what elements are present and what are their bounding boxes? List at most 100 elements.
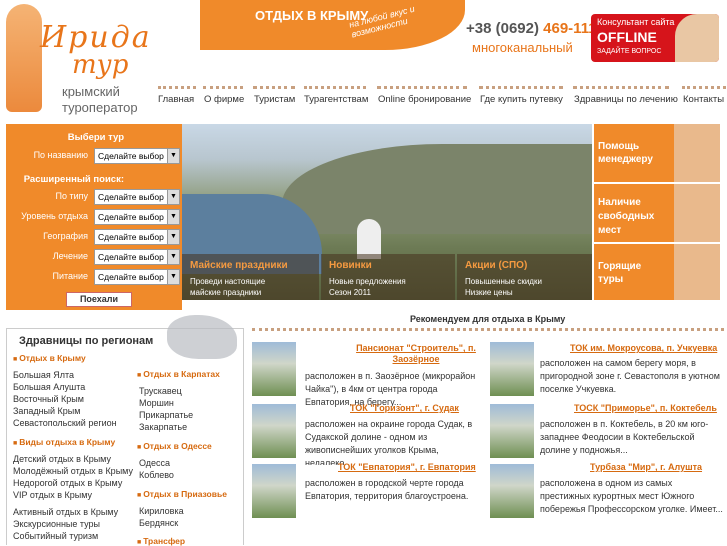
nav-tourists[interactable]: Туристам xyxy=(254,94,295,105)
logo[interactable]: Ирида тур крымский туроператор xyxy=(0,0,160,118)
nav-about[interactable]: О фирме xyxy=(204,94,244,105)
hotel-photo[interactable] xyxy=(490,342,534,396)
ukraine-map-icon xyxy=(167,315,237,359)
nav-divider xyxy=(573,86,669,90)
form-row: Лечение Сделайте выбор ▼ xyxy=(6,249,182,265)
region-link[interactable]: Недорогой отдых в Крыму xyxy=(13,478,122,488)
form-label-level: Уровень отдыха xyxy=(21,211,88,221)
hero-church xyxy=(357,219,381,259)
dropdown-arrow-icon: ▼ xyxy=(167,210,179,224)
nav-contacts[interactable]: Контакты xyxy=(683,94,724,105)
hotel-link[interactable]: ТОК им. Мокроусова, п. Учкуевка xyxy=(570,343,717,353)
region-link[interactable]: Прикарпатье xyxy=(139,410,193,420)
box-title-1: Помощь xyxy=(598,141,640,152)
hotel-link[interactable]: Пансионат "Строитель", п. Заозёрное xyxy=(346,343,486,365)
promo-desc: Проведи настоящие майские праздники xyxy=(190,277,266,297)
hotel-link[interactable]: ТОСК "Приморье", п. Коктебель xyxy=(574,403,717,413)
region-heading[interactable]: Отдых в Крыму xyxy=(13,353,86,363)
select-type[interactable]: Сделайте выбор ▼ xyxy=(94,189,180,205)
nav-where-to-buy[interactable]: Где купить путевку xyxy=(480,94,563,105)
nav-health-resorts[interactable]: Здравницы по лечению xyxy=(574,94,678,105)
region-link[interactable]: Западный Крым xyxy=(13,406,80,416)
hotel-link[interactable]: ТОК "Горизонт", г. Судак xyxy=(350,403,459,413)
form-row: Питание Сделайте выбор ▼ xyxy=(6,269,182,285)
promo-may-holidays[interactable]: Майские праздники Проведи настоящие майск… xyxy=(182,254,319,300)
form-row: По типу Сделайте выбор ▼ xyxy=(6,189,182,205)
promo-deals[interactable]: Акции (СПО) Повышенные скидки Низкие цены xyxy=(457,254,592,300)
nav-agencies[interactable]: Турагентствам xyxy=(304,94,368,105)
region-heading[interactable]: Отдых в Одессе xyxy=(137,441,212,451)
region-link[interactable]: Большая Ялта xyxy=(13,370,74,380)
hotel-desc: расположена в одном из самых престижных … xyxy=(540,478,723,514)
header-banner: ОТДЫХ В КРЫМУ на любой вкус и возможност… xyxy=(200,0,465,50)
region-heading[interactable]: Виды отдыха в Крыму xyxy=(13,437,115,447)
region-link[interactable]: VIP отдых в Крыму xyxy=(13,490,92,500)
nav-online-booking[interactable]: Online бронирование xyxy=(378,94,471,105)
banner-subtitle: на любой вкус и возможности xyxy=(348,3,416,40)
select-food[interactable]: Сделайте выбор ▼ xyxy=(94,269,180,285)
box-manager-help[interactable]: Помощь менеджеру xyxy=(594,124,720,182)
regions-box: Здравницы по регионам Отдых в Крыму Боль… xyxy=(6,315,244,546)
select-level[interactable]: Сделайте выбор ▼ xyxy=(94,209,180,225)
hero-image: Майские праздники Проведи настоящие майск… xyxy=(182,124,592,300)
hotel-desc: расположен на окраине города Судак, в Су… xyxy=(305,419,473,465)
hotel-photo[interactable] xyxy=(490,404,534,458)
form-ext-title: Расширенный поиск: xyxy=(23,174,124,185)
hotel-link[interactable]: Турбаза "Мир", г. Алушта xyxy=(590,462,702,472)
region-link[interactable]: Одесса xyxy=(139,458,170,468)
hotel-photo[interactable] xyxy=(252,404,296,458)
form-title: Выбери тур xyxy=(67,132,124,143)
region-link[interactable]: Закарпатье xyxy=(139,422,187,432)
nav-home[interactable]: Главная xyxy=(158,94,194,105)
hotel-desc: расположен в городской черте города Евпа… xyxy=(305,478,469,501)
phone-prefix: +38 (0692) xyxy=(466,20,539,37)
promo-title: Акции (СПО) xyxy=(465,260,528,271)
region-link[interactable]: Трускавец xyxy=(139,386,182,396)
form-label-food: Питание xyxy=(52,271,88,281)
box-hot-tours[interactable]: Горящие туры xyxy=(594,244,720,300)
man-photo xyxy=(674,244,720,300)
hotel-photo[interactable] xyxy=(252,342,296,396)
region-link[interactable]: Активный отдых в Крыму xyxy=(13,507,118,517)
region-link[interactable]: Большая Алушта xyxy=(13,382,85,392)
form-row: География Сделайте выбор ▼ xyxy=(6,229,182,245)
hotel-link[interactable]: ТОК "Евпатория", г. Евпатория xyxy=(338,462,476,472)
select-by-name[interactable]: Сделайте выбор ▼ xyxy=(94,148,180,164)
box-availability[interactable]: Наличие свободных мест xyxy=(594,184,720,242)
region-link[interactable]: Бердянск xyxy=(139,518,178,528)
consultant-ask: ЗАДАЙТЕ ВОПРОС xyxy=(597,48,662,55)
select-value: Сделайте выбор xyxy=(98,192,164,202)
region-link[interactable]: Экскурсионные туры xyxy=(13,519,100,529)
nav-divider xyxy=(203,86,243,90)
promo-title: Новинки xyxy=(329,260,372,271)
select-geo[interactable]: Сделайте выбор ▼ xyxy=(94,229,180,245)
promo-new[interactable]: Новинки Новые предложения Сезон 2011 xyxy=(321,254,455,300)
select-treatment[interactable]: Сделайте выбор ▼ xyxy=(94,249,180,265)
region-link[interactable]: Коблево xyxy=(139,470,174,480)
region-heading[interactable]: Отдых в Карпатах xyxy=(137,369,220,379)
region-heading[interactable]: Отдых в Приазовье xyxy=(137,489,227,499)
nav-divider xyxy=(304,86,366,90)
form-label-geo: География xyxy=(43,231,88,241)
consultant-widget[interactable]: Консультант сайта OFFLINE ЗАДАЙТЕ ВОПРОС xyxy=(591,14,719,62)
pen-photo xyxy=(674,184,720,242)
region-link[interactable]: Севастопольский регион xyxy=(13,418,117,428)
tour-search-form: Выбери тур По названию Сделайте выбор ▼ Р… xyxy=(6,124,182,310)
phone-number: +38 (0692) 469-111 xyxy=(466,20,597,37)
submit-button[interactable]: Поехали xyxy=(66,292,132,307)
region-link[interactable]: Событийный туризм xyxy=(13,531,98,541)
hotel-photo[interactable] xyxy=(252,464,296,518)
region-link[interactable]: Кириловка xyxy=(139,506,184,516)
box-title-2: туры xyxy=(598,274,624,285)
region-link[interactable]: Молодёжный отдых в Крыму xyxy=(13,466,133,476)
hotel-photo[interactable] xyxy=(490,464,534,518)
region-link[interactable]: Моршин xyxy=(139,398,174,408)
logo-subtitle-1: крымский xyxy=(62,84,120,99)
logo-name-2: тур xyxy=(72,50,129,80)
region-link[interactable]: Детский отдых в Крыму xyxy=(13,454,111,464)
hero-mountain xyxy=(282,144,592,234)
region-link[interactable]: Восточный Крым xyxy=(13,394,84,404)
main-nav: Главная О фирме Туристам Турагентствам O… xyxy=(155,86,727,116)
consultant-label: Консультант сайта xyxy=(597,17,675,27)
manager-photo xyxy=(674,124,720,182)
